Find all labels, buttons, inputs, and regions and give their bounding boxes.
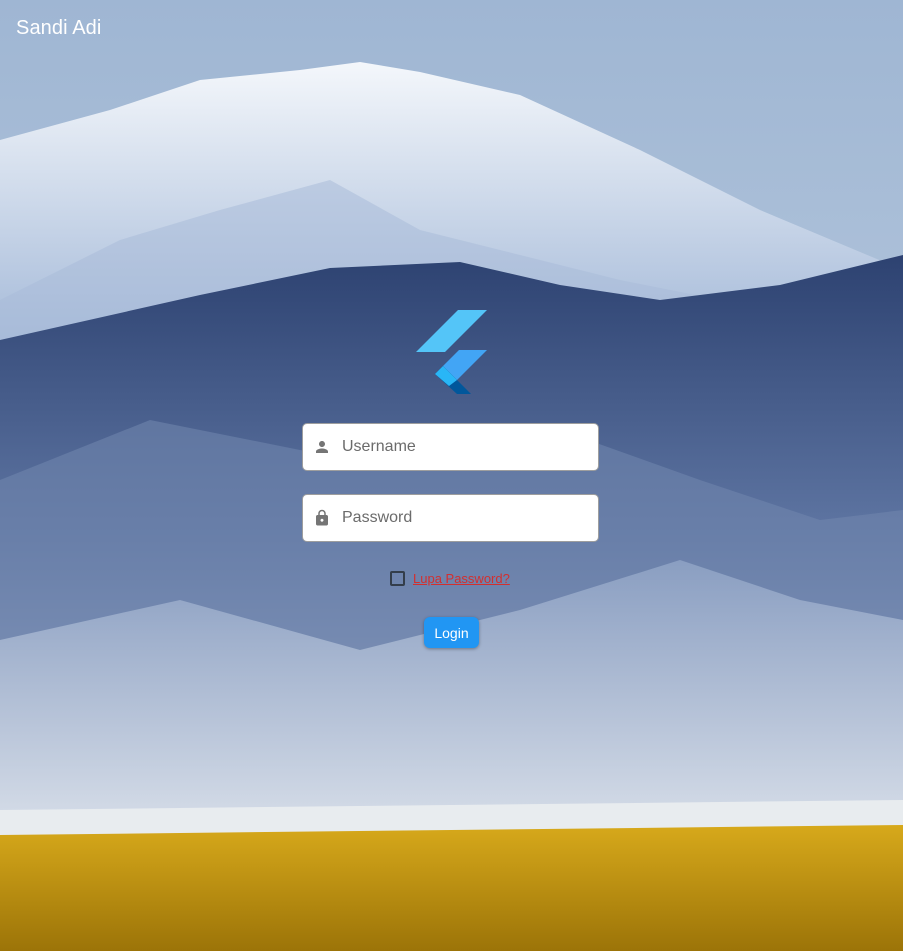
login-button[interactable]: Login — [424, 617, 479, 648]
person-icon — [312, 437, 332, 457]
forgot-password-row: Lupa Password? — [390, 571, 510, 586]
app-title: Sandi Adi — [16, 17, 102, 39]
flutter-logo-icon — [416, 310, 487, 394]
username-input[interactable] — [342, 438, 572, 456]
password-input[interactable] — [342, 509, 572, 527]
background-image — [0, 0, 903, 951]
login-screen: Sandi Adi Lupa Password? Login — [0, 0, 903, 951]
username-field[interactable] — [302, 423, 599, 471]
lock-icon — [312, 508, 332, 528]
forgot-password-checkbox[interactable] — [390, 571, 405, 586]
password-field[interactable] — [302, 494, 599, 542]
forgot-password-link[interactable]: Lupa Password? — [413, 571, 510, 586]
